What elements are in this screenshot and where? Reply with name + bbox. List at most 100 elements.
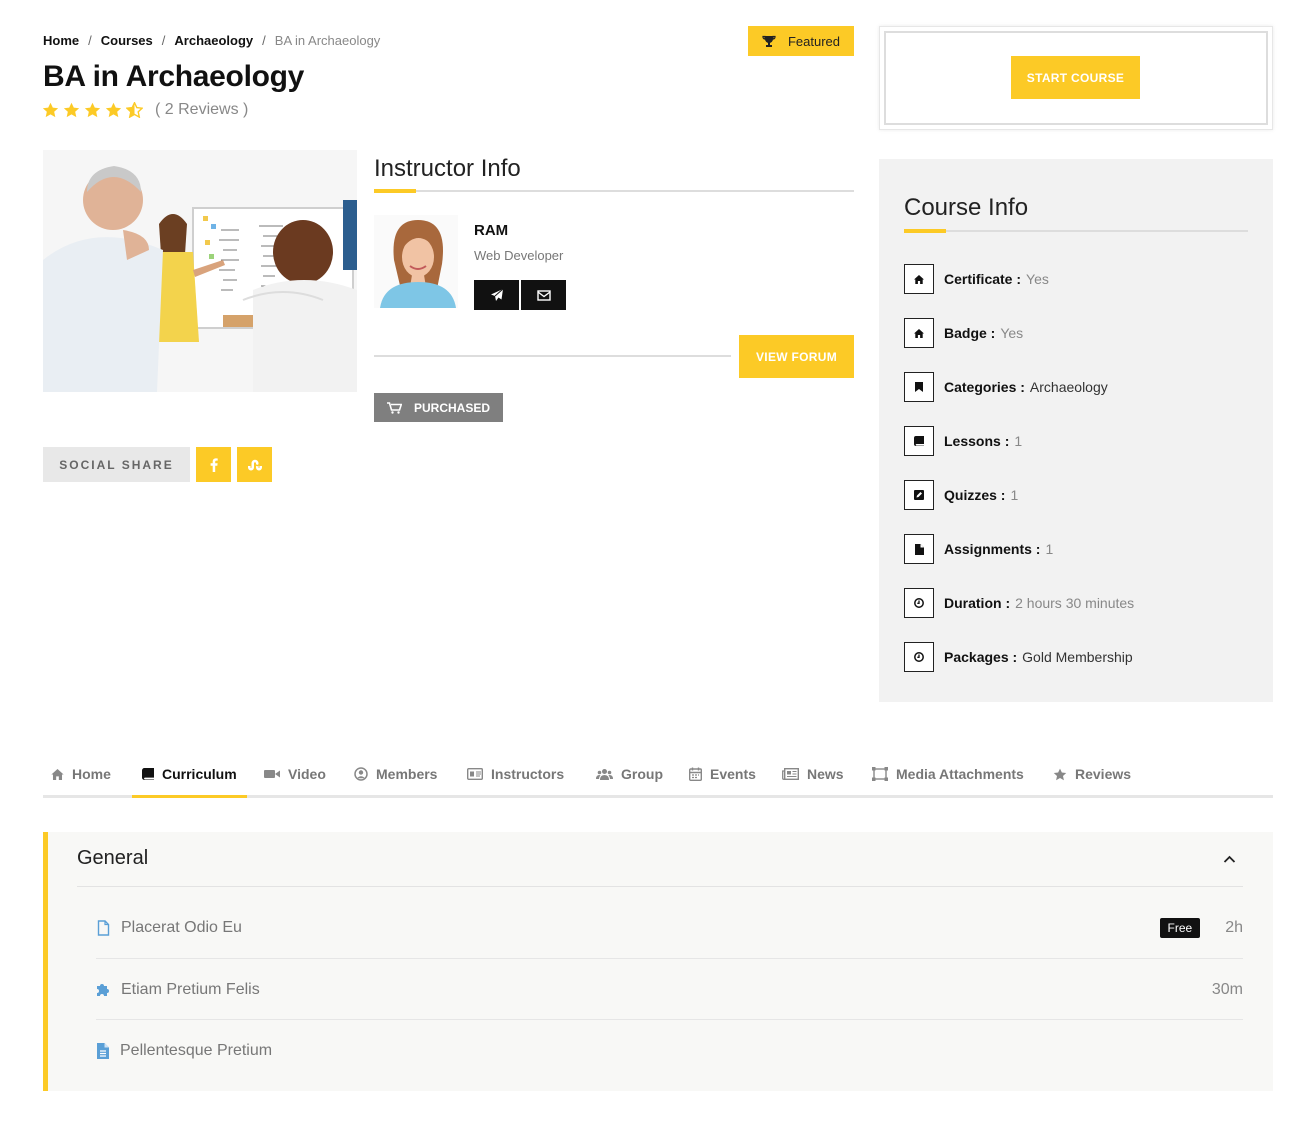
purchased-button[interactable]: PURCHASED [374, 393, 503, 422]
star-icon [84, 102, 101, 118]
tab-video[interactable]: Video [264, 750, 326, 798]
curriculum-unit[interactable]: Placerat Odio Eu Free 2h [96, 897, 1243, 958]
star-icon [63, 102, 80, 118]
tab-label: Reviews [1075, 766, 1132, 782]
course-tabs: Home Curriculum Video Members Instructor… [43, 750, 1273, 798]
tab-reviews[interactable]: Reviews [1053, 750, 1131, 798]
tab-label: Events [710, 766, 756, 782]
cart-icon [386, 401, 402, 414]
tab-events[interactable]: Events [689, 750, 756, 798]
user-circle-icon [354, 767, 368, 781]
tab-label: Group [621, 766, 663, 782]
info-value: 2 hours 30 minutes [1015, 595, 1135, 611]
tab-label: Curriculum [162, 766, 237, 782]
instructor-name[interactable]: RAM [474, 222, 508, 239]
trophy-icon [762, 35, 776, 48]
stumbleupon-share-button[interactable] [237, 447, 272, 482]
book-icon [904, 426, 934, 456]
home-icon [904, 264, 934, 294]
featured-badge: Featured [748, 26, 854, 56]
puzzle-icon [96, 982, 111, 997]
breadcrumb: Home / Courses / Archaeology / BA in Arc… [43, 33, 380, 48]
file-text-icon [96, 1042, 110, 1059]
facebook-share-button[interactable] [196, 447, 231, 482]
course-image [43, 150, 357, 392]
tab-label: Video [288, 766, 326, 782]
info-key: Packages : [944, 649, 1018, 665]
tab-label: News [807, 766, 844, 782]
facebook-icon [210, 457, 218, 472]
info-key: Lessons : [944, 433, 1010, 449]
tab-curriculum[interactable]: Curriculum [142, 750, 237, 798]
unit-title[interactable]: Pellentesque Pretium [120, 1042, 272, 1060]
breadcrumb-current: BA in Archaeology [274, 33, 381, 48]
unit-title[interactable]: Etiam Pretium Felis [121, 981, 260, 999]
curriculum-unit[interactable]: Pellentesque Pretium [96, 1020, 1243, 1081]
message-button[interactable] [474, 280, 519, 310]
instructor-divider-accent [374, 189, 416, 193]
section-title[interactable]: General [77, 847, 148, 870]
info-value: Yes [1026, 271, 1049, 287]
newspaper-icon [782, 768, 799, 780]
tab-label: Members [376, 766, 438, 782]
featured-label: Featured [787, 33, 841, 49]
unit-duration: 2h [1225, 918, 1243, 936]
star-half-icon [126, 102, 143, 118]
info-row-badge: Badge : Yes [904, 318, 1023, 348]
course-rating: ( 2 Reviews ) [42, 101, 248, 119]
info-value: 1 [1045, 541, 1054, 557]
tab-group[interactable]: Group [596, 750, 663, 798]
breadcrumb-courses[interactable]: Courses [101, 33, 153, 48]
info-key: Assignments : [944, 541, 1041, 557]
star-icon [105, 102, 122, 118]
forum-divider [374, 355, 731, 357]
clock-icon [904, 642, 934, 672]
curriculum-section-accent [43, 832, 48, 1091]
social-share-label: SOCIAL SHARE [43, 447, 190, 482]
info-value: 1 [1010, 487, 1019, 503]
star-icon [42, 102, 59, 118]
category-link[interactable]: Archaeology [1030, 379, 1108, 395]
home-icon [904, 318, 934, 348]
star-rating [42, 102, 143, 118]
bookmark-icon [904, 372, 934, 402]
chevron-up-icon[interactable] [1223, 855, 1236, 863]
info-value: 1 [1014, 433, 1023, 449]
curriculum-unit[interactable]: Etiam Pretium Felis 30m [96, 959, 1243, 1020]
id-card-icon [467, 768, 483, 780]
tab-label: Home [72, 766, 111, 782]
free-badge: Free [1159, 917, 1201, 938]
instructor-role: Web Developer [474, 248, 564, 263]
file-outline-icon [96, 919, 111, 936]
breadcrumb-separator: / [161, 33, 166, 48]
instructor-avatar[interactable] [374, 215, 458, 308]
tab-instructors[interactable]: Instructors [467, 750, 564, 798]
tab-label: Instructors [491, 766, 565, 782]
email-button[interactable] [521, 280, 566, 310]
reviews-count[interactable]: ( 2 Reviews ) [155, 101, 248, 119]
info-row-categories: Categories : Archaeology [904, 372, 1108, 402]
file-icon [904, 534, 934, 564]
instructor-divider [374, 190, 854, 192]
active-tab-indicator [132, 795, 247, 798]
info-key: Badge : [944, 325, 996, 341]
breadcrumb-home[interactable]: Home [43, 33, 79, 48]
course-info-divider-accent [904, 229, 946, 233]
start-course-button[interactable]: START COURSE [1011, 56, 1140, 99]
unit-title[interactable]: Placerat Odio Eu [121, 919, 242, 937]
info-value: Yes [1000, 325, 1024, 341]
tab-news[interactable]: News [782, 750, 844, 798]
info-row-duration: Duration : 2 hours 30 minutes [904, 588, 1134, 618]
book-icon [142, 768, 154, 780]
info-row-lessons: Lessons : 1 [904, 426, 1022, 456]
view-forum-button[interactable]: VIEW FORUM [739, 335, 854, 378]
home-icon [51, 768, 64, 780]
info-row-quizzes: Quizzes : 1 [904, 480, 1018, 510]
tab-home[interactable]: Home [51, 750, 111, 798]
package-link[interactable]: Gold Membership [1022, 649, 1133, 665]
breadcrumb-archaeology[interactable]: Archaeology [174, 33, 253, 48]
instructor-heading: Instructor Info [374, 155, 521, 182]
tab-media-attachments[interactable]: Media Attachments [872, 750, 1024, 798]
calendar-icon [689, 767, 702, 781]
tab-members[interactable]: Members [354, 750, 437, 798]
